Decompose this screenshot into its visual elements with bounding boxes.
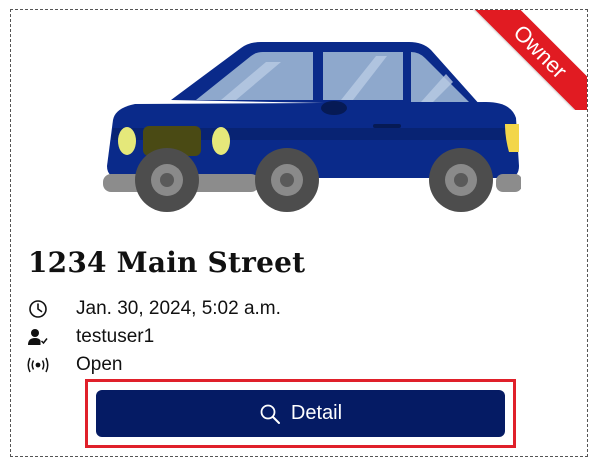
date-row: Jan. 30, 2024, 5:02 a.m. (27, 297, 281, 321)
car-image (103, 42, 521, 212)
listing-user: testuser1 (76, 326, 155, 347)
listing-title: 1234 Main Street (28, 246, 306, 279)
clock-icon (27, 298, 49, 320)
listing-card: Owner 1234 Main Street Jan. 30, 2024, 5:… (10, 9, 588, 457)
listing-date: Jan. 30, 2024, 5:02 a.m. (76, 298, 281, 319)
detail-button-label: Detail (290, 402, 343, 424)
search-icon (259, 403, 281, 425)
car-illustration (103, 42, 521, 212)
user-check-icon (27, 326, 49, 348)
listing-status: Open (76, 354, 123, 375)
detail-button[interactable]: Detail (96, 390, 505, 437)
status-row: Open (27, 353, 122, 377)
broadcast-icon (27, 354, 49, 376)
user-row: testuser1 (27, 325, 154, 349)
